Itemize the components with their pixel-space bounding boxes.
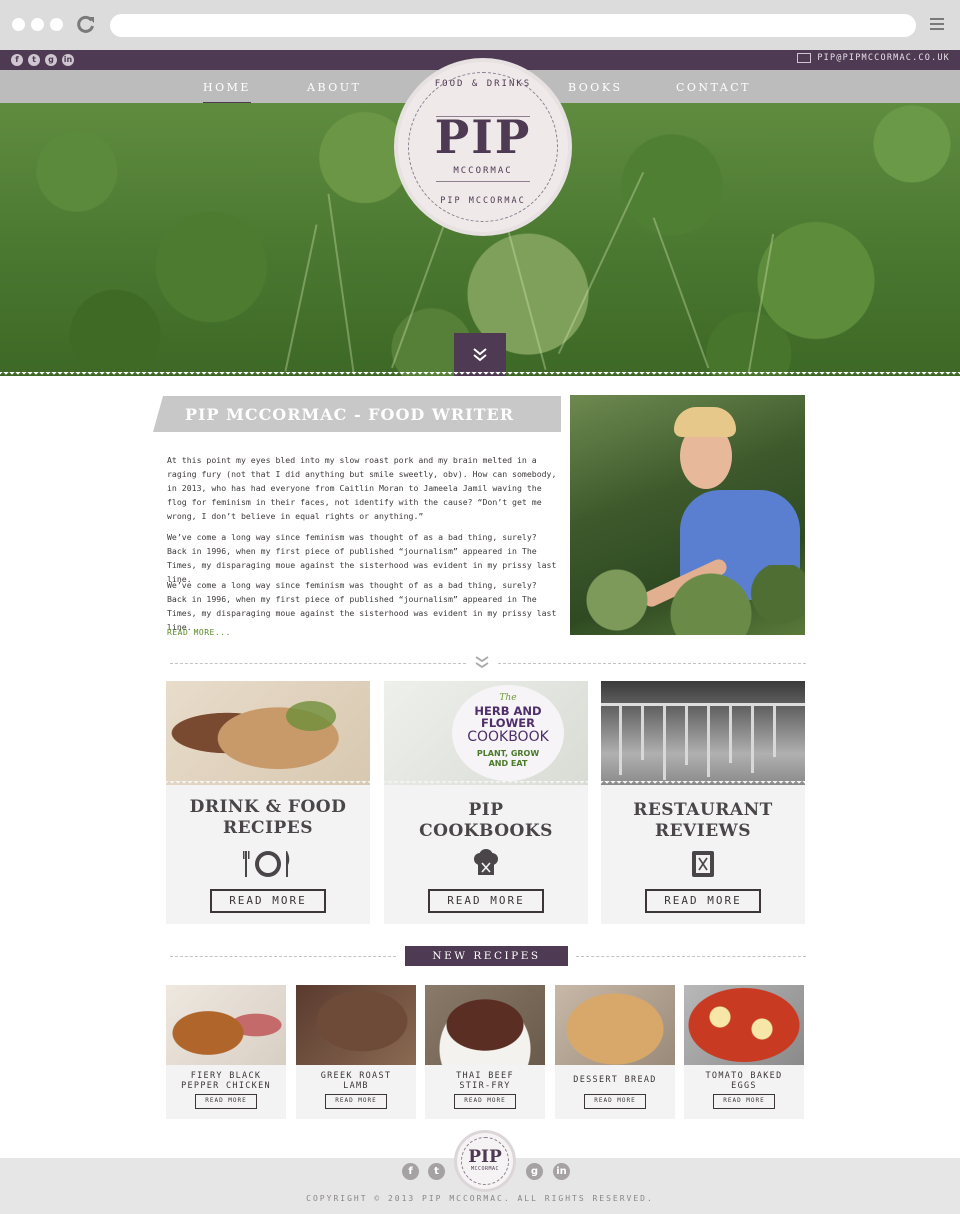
category-title: RECIPES [222,818,314,838]
recipe-card[interactable]: THAI BEEF STIR-FRY READ MORE [425,985,545,1119]
nav-contact[interactable]: CONTACT [676,81,751,94]
recipe-title: PEPPER CHICKEN [181,1081,271,1091]
category-title: DRINK & FOOD [189,797,347,817]
read-more-link[interactable]: READ MORE... [167,628,231,637]
category-title: PIP [468,800,504,820]
chef-hat-icon [461,849,511,879]
google-plus-icon[interactable]: g [526,1163,543,1180]
twitter-icon[interactable]: t [428,1163,445,1180]
email-address[interactable]: PIP@PIPMCCORMAC.CO.UK [817,53,950,63]
recipe-title: GREEK ROAST [320,1071,392,1081]
menu-icon[interactable] [930,18,944,32]
footer-logo[interactable]: PIP MCCORMAC [457,1133,513,1189]
google-plus-icon[interactable]: g [45,54,57,66]
menu-book-icon [678,849,728,879]
recipe-image [425,985,545,1065]
divider [170,956,396,957]
section-title: PIP MCCORMAC - FOOD WRITER [153,396,561,432]
recipe-image [684,985,804,1065]
browser-chrome [0,0,960,50]
scroll-down-button[interactable] [454,333,506,376]
recipe-title: DESSERT BREAD [573,1075,657,1085]
window-dot-icon[interactable] [12,18,25,31]
chevron-down-icon [473,348,487,362]
category-card-reviews[interactable]: RESTAURANT REVIEWS READ MORE [601,681,805,924]
recipe-card[interactable]: TOMATO BAKED EGGS READ MORE [684,985,804,1119]
nav-home[interactable]: HOME [203,81,251,105]
footer-logo-main: PIP [468,1147,502,1167]
divider [576,956,806,957]
recipe-title: TOMATO BAKED [705,1071,783,1081]
new-recipes-label: NEW RECIPES [405,946,568,966]
recipe-title: THAI BEEF [456,1071,514,1081]
envelope-icon [797,53,812,63]
read-more-button[interactable]: READ MORE [584,1094,646,1109]
recipe-image [166,985,286,1065]
recipe-card[interactable]: FIERY BLACK PEPPER CHICKEN READ MORE [166,985,286,1119]
recipe-title: LAMB [343,1081,369,1091]
recipe-card[interactable]: DESSERT BREAD READ MORE [555,985,675,1119]
cutlery-plate-icon [243,849,293,879]
linkedin-icon[interactable]: in [553,1163,570,1180]
email-link[interactable]: PIP@PIPMCCORMAC.CO.UK [797,53,950,63]
logo-sub-text: MCCORMAC [453,166,513,176]
divider [498,663,806,664]
cookbook-image: The HERB AND FLOWER COOKBOOK PLANT, GROW… [384,681,588,785]
nav-books[interactable]: BOOKS [568,81,623,94]
recipe-title: EGGS [731,1081,757,1091]
author-photo [570,395,805,635]
linkedin-icon[interactable]: in [62,54,74,66]
facebook-icon[interactable]: f [11,54,23,66]
read-more-button[interactable]: READ MORE [195,1094,257,1109]
twitter-icon[interactable]: t [28,54,40,66]
logo-main-text: PIP [434,110,532,164]
recipe-image [555,985,675,1065]
recipe-title: FIERY BLACK [190,1071,262,1081]
facebook-icon[interactable]: f [402,1163,419,1180]
category-title: REVIEWS [654,821,752,841]
category-card-cookbooks[interactable]: The HERB AND FLOWER COOKBOOK PLANT, GROW… [384,681,588,924]
category-card-recipes[interactable]: DRINK & FOOD RECIPES READ MORE [166,681,370,924]
read-more-button[interactable]: READ MORE [428,889,544,913]
read-more-button[interactable]: READ MORE [454,1094,516,1109]
intro-paragraph: At this point my eyes bled into my slow … [167,455,557,521]
read-more-button[interactable]: READ MORE [325,1094,387,1109]
logo-bottom-text: PIP MCCORMAC [440,196,526,206]
recipe-image [296,985,416,1065]
read-more-button[interactable]: READ MORE [645,889,761,913]
restaurant-image [601,681,805,785]
recipe-card[interactable]: GREEK ROAST LAMB READ MORE [296,985,416,1119]
hero-zigzag-edge [0,372,960,378]
nav-about[interactable]: ABOUT [307,81,361,94]
footer-logo-sub: MCCORMAC [470,1166,500,1172]
logo-top-text: FOOD & DRINKS [434,79,532,89]
read-more-button[interactable]: READ MORE [713,1094,775,1109]
read-more-button[interactable]: READ MORE [210,889,326,913]
intro-paragraph: We’ve come a long way since feminism was… [167,580,557,632]
window-dot-icon[interactable] [50,18,63,31]
address-bar[interactable] [110,14,916,37]
page-title: PIP MCCORMAC - FOOD WRITER [185,405,514,424]
recipe-title: STIR-FRY [459,1081,511,1091]
chevron-down-icon [475,656,489,669]
window-dot-icon[interactable] [31,18,44,31]
category-title: COOKBOOKS [419,821,553,841]
category-title: RESTAURANT [633,800,773,820]
site-logo[interactable]: FOOD & DRINKS PIP MCCORMAC PIP MCCORMAC [398,62,568,232]
recipes-image [166,681,370,785]
copyright-text: COPYRIGHT © 2013 PIP MCCORMAC. ALL RIGHT… [306,1194,654,1203]
reload-icon[interactable] [76,14,96,34]
divider [170,663,466,664]
